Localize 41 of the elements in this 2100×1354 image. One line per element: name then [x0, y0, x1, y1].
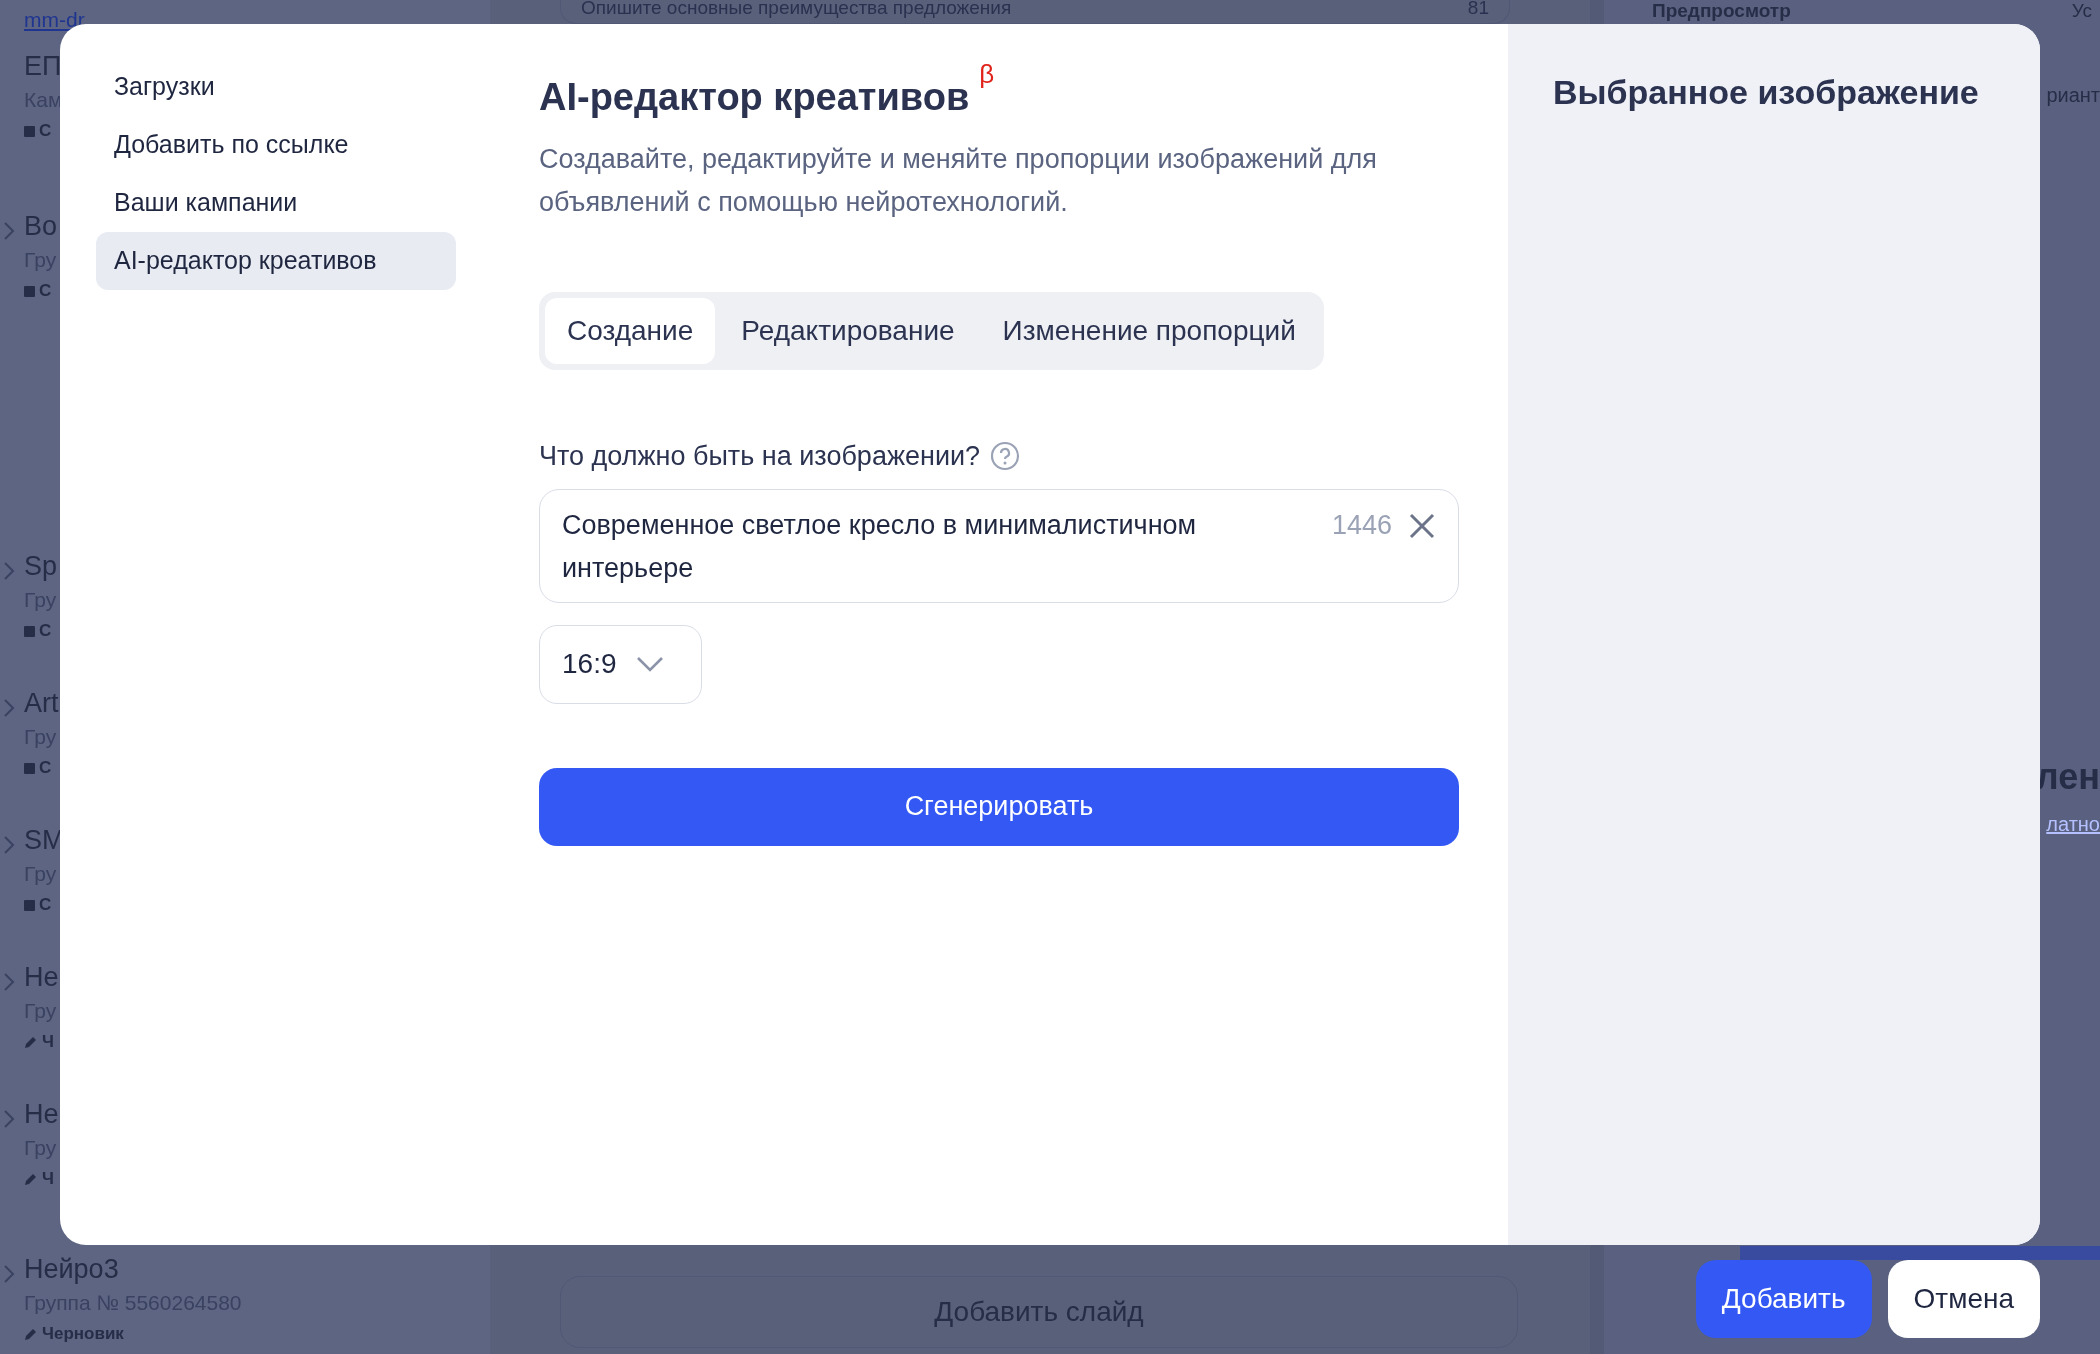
nav-item[interactable]: Добавить по ссылке	[96, 116, 456, 174]
description-text: Создавайте, редактируйте и меняйте пропорции изображений для объявлений с помощью нейротехнологий.	[539, 143, 1378, 219]
dialog-title: AI-редактор креативов	[539, 76, 970, 118]
close-icon[interactable]	[1408, 511, 1436, 540]
beta-label: β	[979, 59, 995, 89]
tab[interactable]: Создание	[545, 298, 716, 364]
tab[interactable]: Изменение пропорций	[980, 298, 1318, 364]
status-label: С	[39, 757, 52, 779]
variant-label: риант	[2046, 83, 2100, 108]
status-label: С	[39, 120, 52, 142]
cancel-button[interactable]: Отмена	[1887, 1260, 2040, 1338]
chevron-icon[interactable]	[2, 971, 16, 993]
chevron-icon[interactable]	[2, 697, 16, 719]
character-count: 1446	[1331, 508, 1392, 542]
section-title: лен	[2035, 755, 2100, 799]
help-icon[interactable]	[990, 441, 1021, 472]
nav-item[interactable]: AI-редактор креативов	[96, 232, 456, 290]
field-label: Что должно быть на изображении?	[539, 440, 981, 473]
status-label: С	[39, 280, 52, 302]
panel-title: Выбранное изображение	[1553, 72, 1980, 113]
chevron-icon[interactable]	[2, 1108, 16, 1130]
nav-item[interactable]: Загрузки	[96, 58, 456, 116]
chevron-icon[interactable]	[2, 560, 16, 582]
chevron-icon[interactable]	[2, 220, 16, 242]
aspect-ratio-select[interactable]: 16:9	[539, 624, 702, 704]
chevron-icon[interactable]	[2, 1263, 16, 1285]
chevron-icon[interactable]	[2, 834, 16, 856]
generate-button[interactable]: Сгенерировать	[539, 767, 1459, 846]
nav-item[interactable]: Ваши кампании	[96, 174, 456, 232]
status-label: Ч	[42, 1168, 54, 1190]
preview-heading: Предпросмотр	[1652, 0, 1791, 22]
status-label: С	[39, 894, 52, 916]
tab[interactable]: Редактирование	[719, 298, 977, 364]
chevron-down-icon	[634, 655, 665, 673]
header-text: Ус	[2071, 0, 2092, 22]
section-link[interactable]: латно	[2046, 810, 2100, 838]
prompt-field[interactable]: Современное светлое кресло в минималистичном интерьере 1446	[539, 488, 1459, 603]
status-label: Ч	[42, 1031, 54, 1053]
status-label: С	[39, 620, 52, 642]
add-button[interactable]: Добавить	[1695, 1260, 1872, 1338]
status-label: Черновик	[42, 1323, 124, 1345]
